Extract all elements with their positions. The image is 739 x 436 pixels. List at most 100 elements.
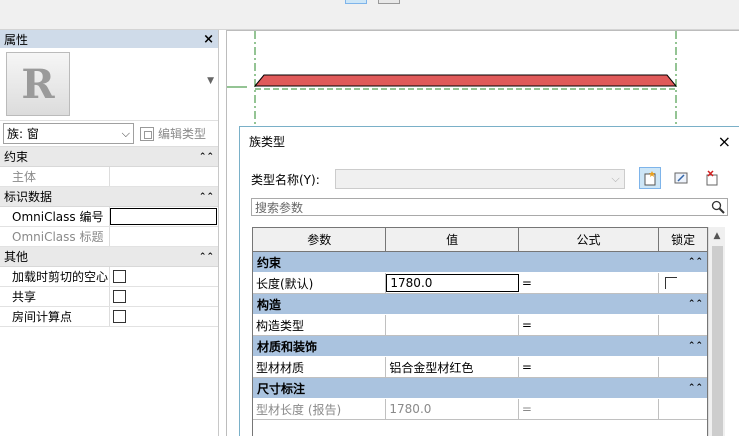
column-header-value[interactable]: 值 xyxy=(386,228,519,251)
rename-type-icon xyxy=(674,172,688,184)
section-title: 其他 xyxy=(4,250,29,264)
section-other[interactable]: 其他 ⌃⌃ xyxy=(0,247,218,267)
parameter-name: 型材材质 xyxy=(253,357,387,377)
lock-cell xyxy=(659,315,707,335)
parameters-grid: 参数 值 公式 锁定 约束 ⌃⌃ 长度(默认) 1780.0 = 构造 ⌃⌃ 构… xyxy=(252,227,708,436)
edit-type-icon xyxy=(140,126,154,141)
collapse-icon[interactable]: ⌃⌃ xyxy=(199,152,214,162)
column-header-lock[interactable]: 锁定 xyxy=(659,228,707,251)
group-title: 尺寸标注 xyxy=(257,381,306,396)
parameter-formula[interactable]: = xyxy=(519,315,660,335)
scrollbar-thumb[interactable] xyxy=(712,246,723,436)
section-title: 约束 xyxy=(4,150,29,164)
rename-type-button[interactable] xyxy=(670,167,692,189)
room-calc-point-checkbox[interactable] xyxy=(113,310,126,323)
property-row: OmniClass 标题 xyxy=(0,227,218,247)
collapse-icon[interactable]: ⌃⌃ xyxy=(199,252,214,262)
property-key: 共享 xyxy=(0,287,110,306)
window-frame-profile[interactable] xyxy=(253,74,678,87)
property-key: 加载时剪切的空心 xyxy=(0,267,110,286)
type-name-row: 类型名称(Y): ⌵ xyxy=(251,169,625,189)
parameter-name: 长度(默认) xyxy=(253,273,387,293)
toolbar-icon[interactable] xyxy=(378,0,400,4)
cut-void-checkbox[interactable] xyxy=(113,270,126,283)
property-row: OmniClass 编号 xyxy=(0,207,218,227)
toolbar-icon[interactable] xyxy=(345,0,367,4)
properties-header: 属性 × xyxy=(0,30,218,48)
parameter-row: 长度(默认) 1780.0 = xyxy=(253,273,707,294)
scroll-up-icon[interactable]: ▲ xyxy=(709,227,725,244)
lock-checkbox[interactable] xyxy=(665,277,678,289)
group-title: 材质和装饰 xyxy=(257,339,318,354)
type-name-select[interactable]: ⌵ xyxy=(334,169,625,189)
group-constraints[interactable]: 约束 ⌃⌃ xyxy=(253,252,707,273)
type-preview[interactable]: R ▼ xyxy=(0,48,218,121)
new-type-icon xyxy=(644,171,656,186)
parameter-row: 型材材质 铝合金型材红色 = xyxy=(253,357,707,378)
dialog-titlebar: 族类型 × xyxy=(240,127,739,155)
close-icon[interactable]: × xyxy=(203,32,214,47)
group-title: 构造 xyxy=(257,297,282,312)
section-constraints[interactable]: 约束 ⌃⌃ xyxy=(0,147,218,167)
family-selector[interactable]: 族: 窗 ⌵ xyxy=(3,123,134,144)
search-placeholder: 搜索参数 xyxy=(255,200,304,215)
chevron-down-icon[interactable]: ▼ xyxy=(207,76,214,86)
lock-cell xyxy=(659,357,707,377)
property-key: 主体 xyxy=(0,167,110,186)
group-title: 约束 xyxy=(257,255,282,270)
parameter-value: 1780.0 xyxy=(386,399,519,419)
properties-title: 属性 xyxy=(4,32,29,47)
revit-family-icon: R xyxy=(6,52,70,116)
close-icon[interactable]: × xyxy=(718,132,731,151)
parameter-name: 构造类型 xyxy=(253,315,387,335)
omniclass-number-field[interactable] xyxy=(110,208,217,225)
lock-cell xyxy=(659,399,707,419)
type-name-label: 类型名称(Y): xyxy=(251,172,320,187)
property-row: 共享 xyxy=(0,287,218,307)
collapse-icon[interactable]: ⌃⌃ xyxy=(688,383,703,393)
grid-scrollbar[interactable]: ▲ xyxy=(708,227,725,436)
parameter-row: 构造类型 = xyxy=(253,315,707,336)
delete-type-icon xyxy=(706,170,718,186)
parameter-value[interactable]: 铝合金型材红色 xyxy=(386,357,519,377)
parameter-formula[interactable]: = xyxy=(519,273,660,293)
grid-header: 参数 值 公式 锁定 xyxy=(253,228,707,252)
column-header-parameter[interactable]: 参数 xyxy=(253,228,387,251)
dialog-title: 族类型 xyxy=(249,134,286,149)
collapse-icon[interactable]: ⌃⌃ xyxy=(688,299,703,309)
parameter-name: 型材长度 (报告) xyxy=(253,399,387,419)
collapse-icon[interactable]: ⌃⌃ xyxy=(199,192,214,202)
family-row: 族: 窗 ⌵ 编辑类型 xyxy=(0,121,218,147)
family-selector-label: 族: 窗 xyxy=(7,127,39,141)
properties-palette: 属性 × R ▼ 族: 窗 ⌵ 编辑类型 约束 ⌃⌃ 主体 标识数据 ⌃⌃ Om… xyxy=(0,30,219,436)
collapse-icon[interactable]: ⌃⌃ xyxy=(688,257,703,267)
property-value xyxy=(110,227,218,246)
parameter-value[interactable] xyxy=(386,315,519,335)
collapse-icon[interactable]: ⌃⌃ xyxy=(688,341,703,351)
property-row: 房间计算点 xyxy=(0,307,218,327)
group-materials[interactable]: 材质和装饰 ⌃⌃ xyxy=(253,336,707,357)
new-type-button[interactable] xyxy=(639,167,661,189)
search-parameters-field[interactable]: 搜索参数 xyxy=(251,198,728,216)
parameter-formula: = xyxy=(519,399,660,419)
parameter-value-input[interactable]: 1780.0 xyxy=(386,274,519,292)
group-dimensions[interactable]: 尺寸标注 ⌃⌃ xyxy=(253,378,707,399)
chevron-down-icon: ⌵ xyxy=(611,172,620,185)
family-types-dialog: 族类型 × 类型名称(Y): ⌵ 搜索参数 参数 值 公式 锁定 约束 ⌃⌃ 长… xyxy=(239,126,739,436)
column-header-formula[interactable]: 公式 xyxy=(519,228,660,251)
property-row: 主体 xyxy=(0,167,218,187)
shared-checkbox[interactable] xyxy=(113,290,126,303)
search-icon[interactable] xyxy=(711,200,725,214)
section-identity-data[interactable]: 标识数据 ⌃⌃ xyxy=(0,187,218,207)
section-title: 标识数据 xyxy=(4,190,53,204)
edit-type-button[interactable]: 编辑类型 xyxy=(140,125,206,142)
edit-type-label: 编辑类型 xyxy=(158,127,207,141)
property-key: OmniClass 标题 xyxy=(0,227,110,246)
ribbon-strip xyxy=(0,0,739,30)
group-construction[interactable]: 构造 ⌃⌃ xyxy=(253,294,707,315)
parameter-formula[interactable]: = xyxy=(519,357,660,377)
delete-type-button[interactable] xyxy=(701,167,723,189)
property-row: 加载时剪切的空心 xyxy=(0,267,218,287)
property-value xyxy=(110,167,218,186)
chevron-down-icon: ⌵ xyxy=(121,126,130,140)
